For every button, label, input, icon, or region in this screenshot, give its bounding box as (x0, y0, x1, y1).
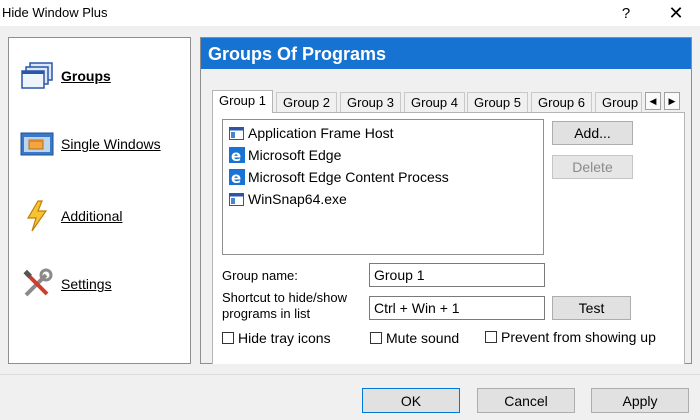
groups-icon (19, 58, 55, 94)
list-item[interactable]: e Microsoft Edge Content Process (228, 167, 449, 187)
sidebar-item-single-windows[interactable]: Single Windows (19, 126, 161, 162)
list-item[interactable]: e Microsoft Edge (228, 145, 341, 165)
apply-button[interactable]: Apply (591, 388, 689, 413)
checkbox-label: Mute sound (386, 330, 460, 346)
group-name-input[interactable] (369, 263, 545, 287)
checkbox-box (370, 332, 382, 344)
shortcut-label-line2: programs in list (222, 306, 311, 321)
prevent-showing-checkbox[interactable]: Prevent from showing up (485, 329, 656, 345)
sidebar-item-label: Single Windows (61, 136, 161, 152)
list-item[interactable]: Application Frame Host (228, 123, 394, 143)
checkbox-label: Prevent from showing up (501, 329, 656, 345)
tab-group-1[interactable]: Group 1 (212, 90, 273, 113)
checkbox-box (485, 331, 497, 343)
edge-icon: e (228, 169, 245, 186)
footer-divider (0, 374, 700, 375)
sidebar-item-settings[interactable]: Settings (19, 266, 112, 302)
sidebar-item-label: Additional (61, 208, 123, 224)
ok-button[interactable]: OK (362, 388, 460, 413)
shortcut-input[interactable] (369, 296, 545, 320)
checkbox-label: Hide tray icons (238, 330, 331, 346)
program-name: Application Frame Host (248, 125, 394, 141)
arrow-left-icon: ◀ (649, 95, 657, 106)
tab-group-4[interactable]: Group 4 (404, 92, 465, 112)
shortcut-label-line1: Shortcut to hide/show (222, 290, 348, 305)
arrow-right-icon: ▶ (668, 95, 676, 106)
tab-group-6[interactable]: Group 6 (531, 92, 592, 112)
title-bar: Hide Window Plus ? ✕ (0, 0, 700, 26)
sidebar-item-label: Settings (61, 276, 112, 292)
svg-text:e: e (231, 169, 241, 185)
sidebar-item-additional[interactable]: Additional (19, 198, 123, 234)
add-button[interactable]: Add... (552, 121, 633, 145)
program-name: Microsoft Edge Content Process (248, 169, 449, 185)
program-name: Microsoft Edge (248, 147, 342, 163)
window-title: Hide Window Plus (2, 5, 108, 20)
help-button[interactable]: ? (606, 0, 646, 26)
close-button[interactable]: ✕ (656, 0, 696, 26)
program-name: WinSnap64.exe (248, 191, 347, 207)
hide-tray-icons-checkbox[interactable]: Hide tray icons (222, 330, 331, 346)
tab-group-5[interactable]: Group 5 (467, 92, 528, 112)
program-list[interactable]: Application Frame Host e Microsoft Edge … (222, 119, 544, 255)
tab-group-3[interactable]: Group 3 (340, 92, 401, 112)
window-icon (228, 125, 245, 142)
group-name-label: Group name: (222, 268, 298, 283)
sidebar: Groups Single Windows Additional Setting… (8, 37, 191, 364)
test-button[interactable]: Test (552, 296, 631, 320)
tools-icon (19, 266, 55, 302)
sidebar-item-groups[interactable]: Groups (19, 58, 111, 94)
sidebar-item-label: Groups (61, 68, 111, 84)
tab-group-2[interactable]: Group 2 (276, 92, 337, 112)
mute-sound-checkbox[interactable]: Mute sound (370, 330, 459, 346)
tab-scroll-right-button[interactable]: ▶ (664, 92, 680, 110)
tab-group-7[interactable]: Group (595, 92, 642, 112)
edge-icon: e (228, 147, 245, 164)
tab-scroll-left-button[interactable]: ◀ (645, 92, 661, 110)
list-item[interactable]: WinSnap64.exe (228, 189, 347, 209)
cancel-button[interactable]: Cancel (477, 388, 575, 413)
section-header: Groups Of Programs (201, 38, 691, 69)
lightning-icon (19, 198, 55, 234)
single-windows-icon (19, 126, 55, 162)
checkbox-box (222, 332, 234, 344)
svg-text:e: e (231, 147, 241, 163)
window-icon (228, 191, 245, 208)
delete-button[interactable]: Delete (552, 155, 633, 179)
page-title: Groups Of Programs (208, 44, 387, 64)
